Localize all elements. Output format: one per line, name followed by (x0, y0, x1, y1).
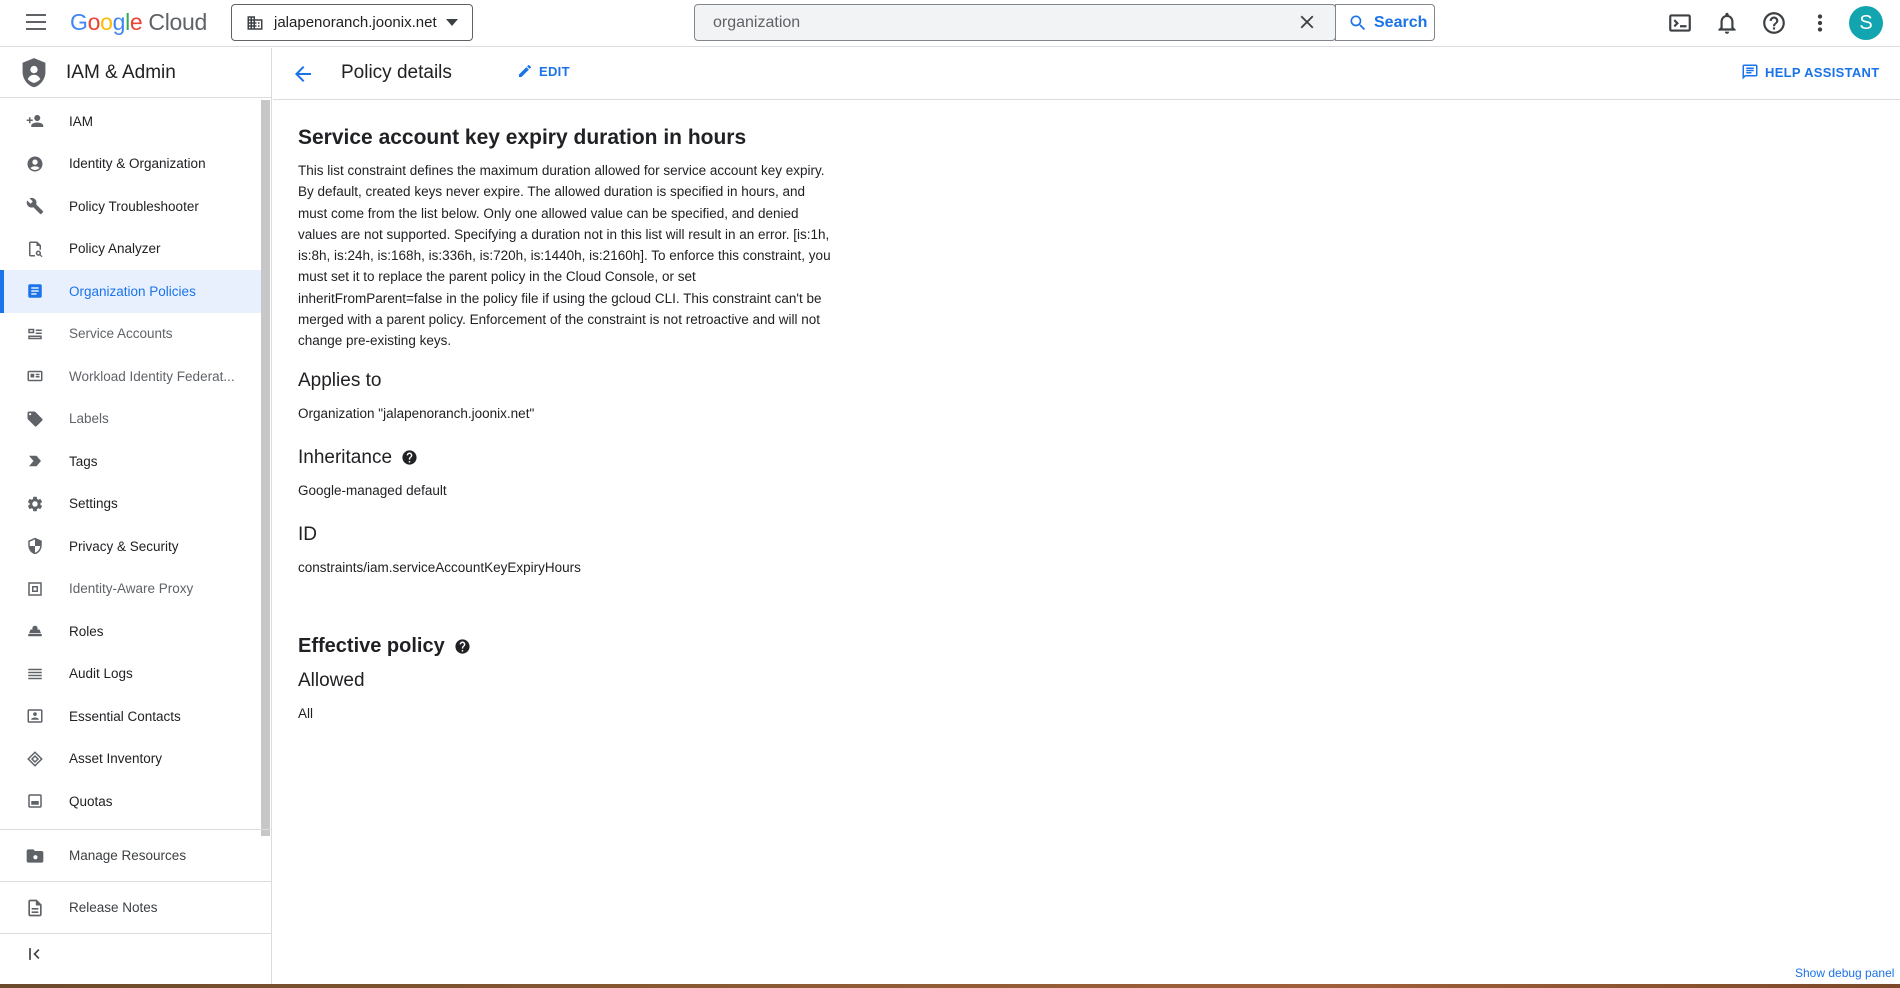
close-icon[interactable] (1296, 11, 1318, 33)
sidebar-item-identity-organization[interactable]: Identity & Organization (0, 143, 262, 186)
constraint-description: This list constraint defines the maximum… (298, 163, 831, 349)
sidebar-item-audit-logs[interactable]: Audit Logs (0, 653, 262, 696)
building-icon (247, 15, 263, 30)
sidebar-title: IAM & Admin (66, 61, 176, 83)
more-vert-icon[interactable] (1807, 10, 1833, 36)
tag-icon (25, 451, 45, 471)
sidebar-item-manage-resources[interactable]: Manage Resources (0, 829, 271, 881)
sidebar-divider (0, 933, 271, 934)
search-box (694, 4, 1336, 41)
allowed-heading: Allowed (298, 669, 365, 691)
show-debug-panel-link[interactable]: Show debug panel (1795, 966, 1894, 980)
window-bottom-edge (0, 984, 1900, 988)
contacts-icon (25, 706, 45, 726)
project-name: jalapenoranch.joonix.net (274, 14, 437, 31)
help-filled-icon[interactable] (401, 449, 418, 466)
id-heading: ID (298, 523, 317, 545)
page-title: Policy details (341, 62, 452, 83)
account-circle-icon (25, 154, 45, 174)
collapse-sidebar-icon[interactable] (25, 944, 45, 964)
page-header: Policy details EDIT HELP ASSISTANT (273, 48, 1900, 100)
account-avatar[interactable]: S (1849, 6, 1883, 40)
back-arrow-icon[interactable] (291, 62, 315, 86)
shield-icon (25, 536, 45, 556)
allowed-value: All (298, 705, 314, 721)
folder-settings-icon (26, 848, 44, 863)
gear-icon (25, 494, 45, 514)
edit-button[interactable]: EDIT (517, 63, 570, 79)
service-account-icon (25, 324, 45, 344)
inheritance-heading: Inheritance (298, 447, 858, 469)
chat-icon (1742, 64, 1758, 80)
sidebar-item-service-accounts[interactable]: Service Accounts (0, 313, 262, 356)
quota-icon (25, 791, 45, 811)
policy-doc-icon (25, 239, 45, 259)
search-button[interactable]: Search (1336, 4, 1435, 41)
applies-to-value: Organization "jalapenoranch.joonix.net" (298, 405, 535, 421)
id-card-icon (25, 366, 45, 386)
wrench-icon (25, 196, 45, 216)
id-value: constraints/iam.serviceAccountKeyExpiryH… (298, 559, 581, 575)
sidebar-item-labels[interactable]: Labels (0, 398, 262, 441)
sidebar-item-asset-inventory[interactable]: Asset Inventory (0, 738, 262, 781)
iam-shield-icon (22, 57, 46, 87)
sidebar-item-identity-aware-proxy[interactable]: Identity-Aware Proxy (0, 568, 262, 611)
sidebar-item-quotas[interactable]: Quotas (0, 780, 262, 823)
constraint-title: Service account key expiry duration in h… (298, 126, 747, 149)
sidebar-item-settings[interactable]: Settings (0, 483, 262, 526)
effective-policy-heading: Effective policy (298, 635, 858, 658)
roles-icon (25, 621, 45, 641)
sidebar: IAM & Admin IAM Identity & Organization … (0, 48, 272, 988)
proxy-icon (25, 579, 45, 599)
policy-details-content: Service account key expiry duration in h… (298, 126, 858, 721)
label-icon (25, 409, 45, 429)
list-doc-icon (25, 281, 45, 301)
sidebar-header: IAM & Admin (0, 48, 271, 98)
cloud-shell-terminal-icon[interactable] (1667, 10, 1693, 36)
sidebar-item-policy-analyzer[interactable]: Policy Analyzer (0, 228, 262, 271)
chevron-down-icon (446, 19, 458, 26)
search-input[interactable] (695, 5, 1325, 40)
sidebar-item-release-notes[interactable]: Release Notes (0, 881, 271, 933)
sidebar-item-privacy-security[interactable]: Privacy & Security (0, 525, 262, 568)
diamond-icon (25, 749, 45, 769)
help-circle-icon[interactable] (1761, 10, 1787, 36)
help-filled-icon[interactable] (454, 638, 471, 655)
project-picker[interactable]: jalapenoranch.joonix.net (231, 4, 473, 41)
sidebar-nav: IAM Identity & Organization Policy Troub… (0, 100, 262, 823)
hamburger-menu-icon[interactable] (22, 10, 50, 34)
search-icon (1350, 15, 1366, 30)
help-assistant-button[interactable]: HELP ASSISTANT (1741, 63, 1879, 81)
google-cloud-logo[interactable]: Google Cloud (70, 9, 207, 36)
sidebar-scrollbar[interactable] (261, 100, 270, 836)
person-add-icon (25, 111, 45, 131)
sidebar-item-essential-contacts[interactable]: Essential Contacts (0, 695, 262, 738)
inheritance-value: Google-managed default (298, 482, 447, 498)
sidebar-item-organization-policies[interactable]: Organization Policies (0, 270, 262, 313)
sidebar-item-tags[interactable]: Tags (0, 440, 262, 483)
sidebar-item-policy-troubleshooter[interactable]: Policy Troubleshooter (0, 185, 262, 228)
pencil-icon (519, 64, 532, 77)
list-icon (25, 664, 45, 684)
release-notes-icon (28, 899, 42, 916)
sidebar-item-workload-identity-federation[interactable]: Workload Identity Federat... (0, 355, 262, 398)
applies-to-heading: Applies to (298, 369, 382, 391)
top-bar: GoogleCloud jalapenoranch.joonix.net Sea… (0, 0, 1900, 47)
notifications-bell-icon[interactable] (1714, 10, 1740, 36)
sidebar-item-iam[interactable]: IAM (0, 100, 262, 143)
sidebar-item-roles[interactable]: Roles (0, 610, 262, 653)
